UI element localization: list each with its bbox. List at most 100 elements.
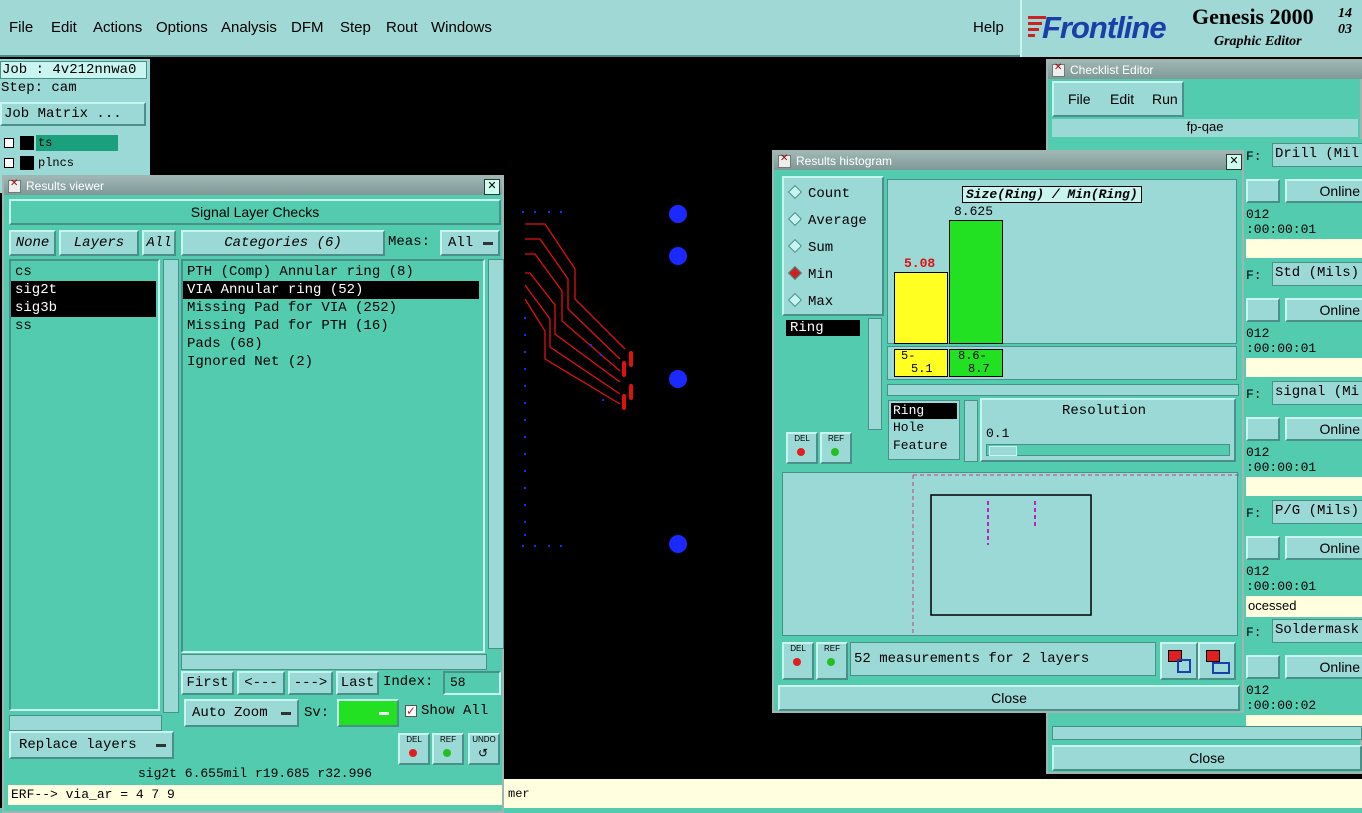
layer-list-item[interactable]: sig3b bbox=[11, 299, 156, 317]
mode-max[interactable]: Max bbox=[787, 292, 833, 310]
category-list-item[interactable]: VIA Annular ring (52) bbox=[183, 281, 479, 299]
preview-area[interactable] bbox=[782, 472, 1239, 636]
mode-average[interactable]: Average bbox=[787, 211, 867, 229]
layers-button[interactable]: Layers bbox=[59, 230, 139, 256]
checklist-online-button[interactable]: Online bbox=[1285, 536, 1362, 560]
menu-help[interactable]: Help bbox=[973, 19, 1004, 36]
checklist-online-button[interactable]: Online bbox=[1285, 179, 1362, 203]
mode-count[interactable]: Count bbox=[787, 184, 850, 202]
menu-options[interactable]: Options bbox=[156, 19, 208, 36]
layer-list-item[interactable]: ss bbox=[11, 317, 156, 335]
menu-actions[interactable]: Actions bbox=[93, 19, 142, 36]
layer-list-item[interactable]: cs bbox=[11, 263, 156, 281]
checklist-left-button[interactable] bbox=[1246, 417, 1280, 441]
layer-plncs-row[interactable]: plncs bbox=[2, 155, 118, 171]
category-list-item[interactable]: Missing Pad for PTH (16) bbox=[183, 317, 479, 335]
field-item-feature[interactable]: Feature bbox=[889, 437, 959, 455]
histogram-bar-1[interactable] bbox=[894, 272, 948, 344]
histogram-bar-2[interactable] bbox=[949, 220, 1003, 344]
checklist-menu-file[interactable]: File bbox=[1068, 91, 1091, 107]
all-layers-button[interactable]: All bbox=[142, 230, 176, 256]
histogram-close-button[interactable]: Close bbox=[778, 685, 1240, 711]
checklist-online-button[interactable]: Online bbox=[1285, 417, 1362, 441]
hist-del-button[interactable]: DEL bbox=[786, 432, 818, 464]
menu-file[interactable]: File bbox=[9, 19, 33, 36]
next-button[interactable]: ---> bbox=[288, 671, 333, 695]
categories-button[interactable]: Categories (6) bbox=[181, 230, 385, 256]
category-list[interactable]: PTH (Comp) Annular ring (8) VIA Annular r… bbox=[181, 259, 485, 653]
checklist-action-name[interactable]: Drill (Mil bbox=[1272, 143, 1362, 167]
preview-ref-button[interactable]: REF bbox=[816, 642, 848, 680]
layer-checkbox[interactable] bbox=[4, 158, 14, 168]
bin-label-1[interactable]: 5- 5.1 bbox=[894, 349, 948, 377]
mode-sum[interactable]: Sum bbox=[787, 238, 833, 256]
last-button[interactable]: Last bbox=[336, 671, 379, 695]
checklist-action-name[interactable]: Soldermask bbox=[1272, 619, 1362, 643]
hist-ref-button[interactable]: REF bbox=[820, 432, 852, 464]
menu-windows[interactable]: Windows bbox=[431, 19, 492, 36]
window-menu-icon[interactable] bbox=[1052, 62, 1065, 77]
category-list-item[interactable]: Missing Pad for VIA (252) bbox=[183, 299, 479, 317]
undo-button[interactable]: UNDO ↺ bbox=[468, 733, 500, 765]
resolution-slider[interactable] bbox=[986, 444, 1230, 456]
layer-list-hscroll[interactable] bbox=[9, 715, 162, 731]
preview-del-button[interactable]: DEL bbox=[782, 642, 814, 680]
checklist-menu-run[interactable]: Run bbox=[1152, 91, 1178, 107]
menu-dfm[interactable]: DFM bbox=[291, 19, 324, 36]
window-menu-icon[interactable] bbox=[8, 178, 21, 193]
none-button[interactable]: None bbox=[9, 230, 56, 256]
checklist-close-button[interactable]: Close bbox=[1052, 745, 1362, 771]
category-list-item[interactable]: Pads (68) bbox=[183, 335, 479, 353]
checklist-titlebar[interactable]: Checklist Editor bbox=[1048, 61, 1362, 79]
attribute-item[interactable]: Ring bbox=[786, 320, 860, 336]
replace-layers-dropdown[interactable]: Replace layers bbox=[9, 731, 174, 759]
mode-min[interactable]: Min bbox=[787, 265, 833, 283]
checklist-online-button[interactable]: Online bbox=[1285, 655, 1362, 679]
attribute-list[interactable]: Ring bbox=[782, 318, 866, 430]
zoom-home-icon[interactable] bbox=[1160, 642, 1198, 680]
menu-edit[interactable]: Edit bbox=[51, 19, 77, 36]
menu-rout[interactable]: Rout bbox=[386, 19, 418, 36]
checklist-menu-edit[interactable]: Edit bbox=[1110, 91, 1134, 107]
window-menu-icon[interactable] bbox=[778, 153, 791, 168]
results-viewer-titlebar[interactable]: Results viewer ✕ bbox=[4, 177, 502, 195]
menu-step[interactable]: Step bbox=[340, 19, 371, 36]
close-icon[interactable]: ✕ bbox=[484, 179, 500, 195]
prev-button[interactable]: <--- bbox=[237, 671, 285, 695]
checklist-left-button[interactable] bbox=[1246, 655, 1280, 679]
del-button[interactable]: DEL bbox=[398, 733, 430, 765]
checklist-action-name[interactable]: signal (Mi bbox=[1272, 381, 1362, 405]
checklist-action-name[interactable]: P/G (Mils) bbox=[1272, 500, 1362, 524]
attribute-list-vscroll[interactable] bbox=[868, 318, 882, 430]
checklist-hscroll[interactable] bbox=[1052, 726, 1362, 740]
checklist-left-button[interactable] bbox=[1246, 536, 1280, 560]
layer-ts-row[interactable]: ts bbox=[2, 135, 118, 151]
category-list-item[interactable]: Ignored Net (2) bbox=[183, 353, 479, 371]
zoom-fit-icon[interactable] bbox=[1198, 642, 1236, 680]
checklist-online-button[interactable]: Online bbox=[1285, 298, 1362, 322]
layer-list-vscroll[interactable] bbox=[163, 259, 179, 713]
checklist-action-name[interactable]: Std (Mils) bbox=[1272, 262, 1362, 286]
layer-list[interactable]: cs sig2t sig3b ss bbox=[9, 259, 160, 711]
field-list-vscroll[interactable] bbox=[964, 400, 978, 462]
show-all-checkbox[interactable]: ✓ bbox=[405, 705, 417, 717]
field-list[interactable]: Ring Hole Feature bbox=[888, 400, 960, 460]
close-icon[interactable]: ✕ bbox=[1226, 154, 1242, 170]
meas-dropdown[interactable]: All bbox=[440, 230, 500, 256]
first-button[interactable]: First bbox=[181, 671, 234, 695]
bin-label-2[interactable]: 8.6- 8.7 bbox=[949, 349, 1003, 377]
layer-checkbox[interactable] bbox=[4, 138, 14, 148]
layer-list-item[interactable]: sig2t bbox=[11, 281, 156, 299]
category-list-item[interactable]: PTH (Comp) Annular ring (8) bbox=[183, 263, 479, 281]
menu-analysis[interactable]: Analysis bbox=[221, 19, 277, 36]
slider-thumb[interactable] bbox=[989, 446, 1017, 456]
ref-button[interactable]: REF bbox=[432, 733, 464, 765]
category-list-hscroll[interactable] bbox=[181, 654, 487, 670]
histogram-titlebar[interactable]: Results histogram ✕ bbox=[774, 152, 1242, 170]
sv-color-dropdown[interactable] bbox=[337, 699, 399, 727]
category-list-vscroll[interactable] bbox=[488, 259, 504, 649]
checklist-left-button[interactable] bbox=[1246, 298, 1280, 322]
field-item-hole[interactable]: Hole bbox=[889, 419, 959, 437]
job-matrix-button[interactable]: Job Matrix ... bbox=[0, 102, 146, 126]
index-field[interactable]: 58 bbox=[443, 671, 501, 695]
